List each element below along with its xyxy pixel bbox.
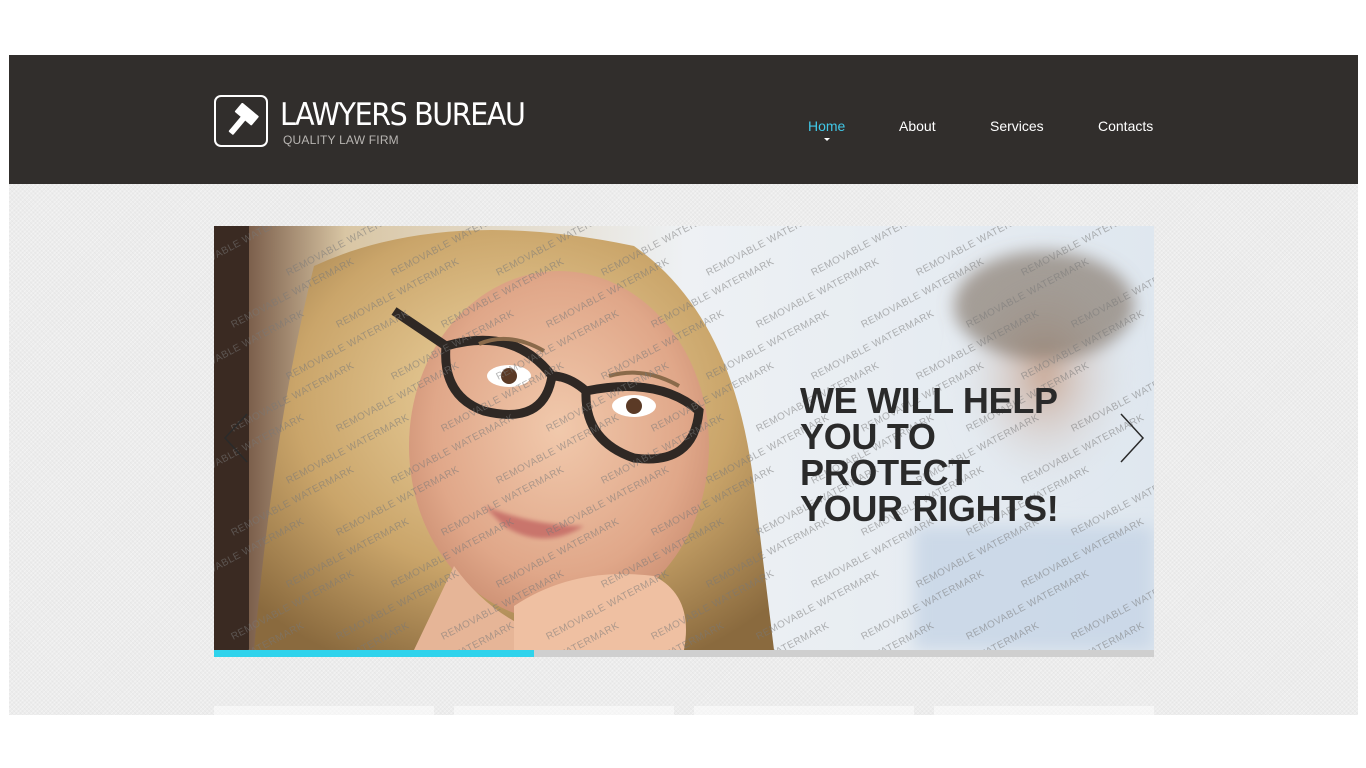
- feature-box: [454, 706, 674, 715]
- chevron-right-icon: [1120, 413, 1145, 463]
- chevron-left-icon: [223, 413, 248, 463]
- site-header: LAWYERS BUREAU QUALITY LAW FIRM Home Abo…: [9, 55, 1358, 184]
- feature-box: [694, 706, 914, 715]
- hero-slider[interactable]: REMOVABLE WATERMARK REMOVABLE WATERMARK RE…: [214, 226, 1154, 650]
- feature-box: [214, 706, 434, 715]
- slide-caption: WE WILL HELP YOU TO PROTECT YOUR RIGHTS!: [800, 380, 1059, 529]
- nav-contacts[interactable]: Contacts: [1098, 118, 1153, 134]
- nav-services[interactable]: Services: [990, 118, 1044, 134]
- next-slide-button[interactable]: [1116, 412, 1146, 464]
- main-nav: Home About Services Contacts: [9, 118, 1358, 148]
- nav-about[interactable]: About: [899, 118, 936, 134]
- nav-home[interactable]: Home: [808, 118, 845, 134]
- slider-progress-bar: [214, 650, 1154, 657]
- site-container: LAWYERS BUREAU QUALITY LAW FIRM Home Abo…: [9, 55, 1358, 715]
- slider-progress-fill: [214, 650, 534, 657]
- chevron-down-icon: [824, 138, 830, 141]
- feature-box: [934, 706, 1154, 715]
- prev-slide-button[interactable]: [222, 412, 252, 464]
